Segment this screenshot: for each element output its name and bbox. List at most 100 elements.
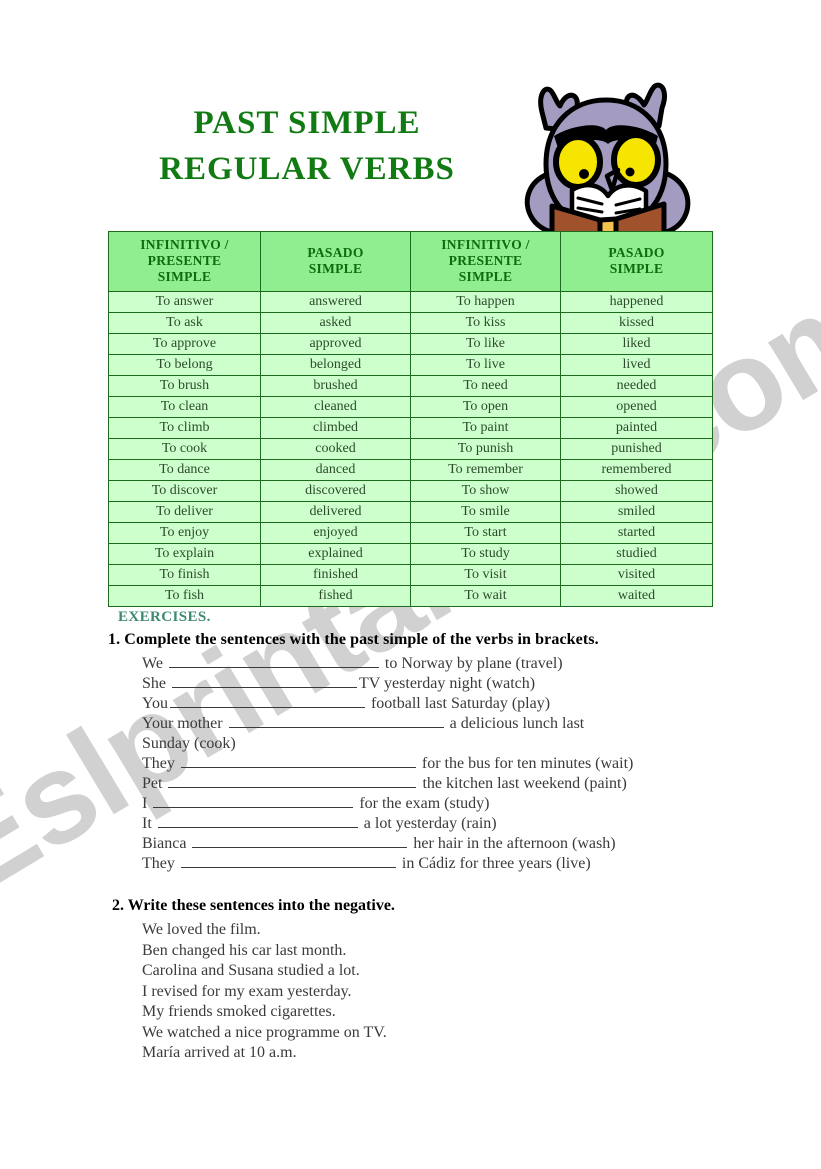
table-cell: To deliver [108,501,261,523]
table-cell: waited [560,585,713,607]
table-row: To discover discovered To show showed [108,480,713,502]
exercise-2-sentence-list: We loved the film. Ben changed his car la… [0,920,821,1064]
exercise-1-prompt: 1. Complete the sentences with the past … [108,631,599,648]
table-cell: punished [560,438,713,460]
table-cell: approved [260,333,411,355]
column-header-infinitive-1: INFINITIVO / PRESENTE SIMPLE [108,231,261,292]
sentence-prefix: Pet [142,775,167,792]
sentence-suffix: for the exam (study) [355,795,490,812]
sentence-suffix: a lot yesterday (rain) [359,815,497,832]
fill-in-sentence: It a lot yesterday (rain) [142,814,722,834]
table-cell: enjoyed [260,522,411,544]
sentence-prefix: Sunday (cook) [142,735,236,752]
sentence-prefix: I [142,795,152,812]
table-cell: To visit [410,564,561,586]
table-cell: cooked [260,438,411,460]
table-cell: showed [560,480,713,502]
table-cell: To enjoy [108,522,261,544]
header-line: SIMPLE [157,269,212,284]
sentence-suffix: her hair in the afternoon (wash) [409,835,616,852]
answer-blank[interactable] [180,854,396,868]
fill-in-sentence: You football last Saturday (play) [142,694,722,714]
table-row: To clean cleaned To open opened [108,396,713,418]
table-cell: climbed [260,417,411,439]
table-row: To enjoy enjoyed To start started [108,522,713,544]
answer-blank[interactable] [192,834,408,848]
fill-in-sentence: They for the bus for ten minutes (wait) [142,754,722,774]
table-cell: To cook [108,438,261,460]
table-cell: To clean [108,396,261,418]
table-cell: To like [410,333,561,355]
table-cell: brushed [260,375,411,397]
fill-in-sentence: Sunday (cook) [142,734,722,754]
sentence-prefix: You [142,695,168,712]
title-line-2: REGULAR VERBS [159,151,455,187]
table-cell: To belong [108,354,261,376]
table-row: To cook cooked To punish punished [108,438,713,460]
column-header-infinitive-2: INFINITIVO / PRESENTE SIMPLE [410,231,561,292]
table-cell: To punish [410,438,561,460]
header-line: SIMPLE [308,261,363,276]
sentence-prefix: She [142,675,170,692]
answer-blank[interactable] [168,774,417,788]
table-cell: To paint [410,417,561,439]
table-header-row: INFINITIVO / PRESENTE SIMPLE PASADO SIMP… [108,231,713,292]
sentence-suffix: football last Saturday (play) [366,695,551,712]
exercises-heading: EXERCISES. [118,609,211,625]
table-cell: answered [260,291,411,313]
negative-sentence: I revised for my exam yesterday. [142,982,352,1000]
table-cell: To live [410,354,561,376]
table-row: To fish fished To wait waited [108,585,713,607]
table-cell: To remember [410,459,561,481]
table-cell: asked [260,312,411,334]
table-cell: visited [560,564,713,586]
answer-blank[interactable] [169,694,365,708]
table-cell: To discover [108,480,261,502]
table-cell: lived [560,354,713,376]
table-cell: To fish [108,585,261,607]
table-cell: discovered [260,480,411,502]
sentence-suffix: to Norway by plane (travel) [380,655,563,672]
table-cell: To happen [410,291,561,313]
header-line: SIMPLE [609,261,664,276]
page-title: PAST SIMPLE REGULAR VERBS [107,100,507,192]
fill-in-sentence: Bianca her hair in the afternoon (wash) [142,834,722,854]
answer-blank[interactable] [153,794,354,808]
regular-verbs-table: INFINITIVO / PRESENTE SIMPLE PASADO SIMP… [108,231,713,607]
header-line: SIMPLE [458,269,513,284]
header-line: PRESENTE [448,253,523,268]
sentence-suffix: a delicious lunch last [445,715,585,732]
fill-in-sentence: They in Cádiz for three years (live) [142,854,722,874]
answer-blank[interactable] [228,714,444,728]
negative-sentence: My friends smoked cigarettes. [142,1003,336,1020]
exercises-section: EXERCISES. 1. Complete the sentences wit… [0,608,821,1064]
table-cell: smiled [560,501,713,523]
table-cell: liked [560,333,713,355]
table-row: To answer answered To happen happened [108,291,713,313]
table-cell: belonged [260,354,411,376]
table-cell: happened [560,291,713,313]
negative-sentence: María arrived at 10 a.m. [142,1044,297,1061]
table-cell: To dance [108,459,261,481]
answer-blank[interactable] [157,814,358,828]
table-cell: finished [260,564,411,586]
table-cell: To brush [108,375,261,397]
answer-blank[interactable] [180,754,416,768]
answer-blank[interactable] [172,674,357,688]
table-cell: To smile [410,501,561,523]
table-cell: To approve [108,333,261,355]
sentence-prefix: They [142,855,179,872]
table-cell: explained [260,543,411,565]
negative-sentence: Ben changed his car last month. [142,941,347,959]
table-cell: delivered [260,501,411,523]
column-header-past-2: PASADO SIMPLE [560,231,713,292]
table-cell: studied [560,543,713,565]
answer-blank[interactable] [168,654,379,668]
table-cell: To finish [108,564,261,586]
negative-sentence: We loved the film. [142,921,261,938]
table-row: To approve approved To like liked [108,333,713,355]
table-row: To dance danced To remember remembered [108,459,713,481]
sentence-prefix: Bianca [142,835,191,852]
table-cell: painted [560,417,713,439]
sentence-suffix: for the bus for ten minutes (wait) [417,755,634,772]
